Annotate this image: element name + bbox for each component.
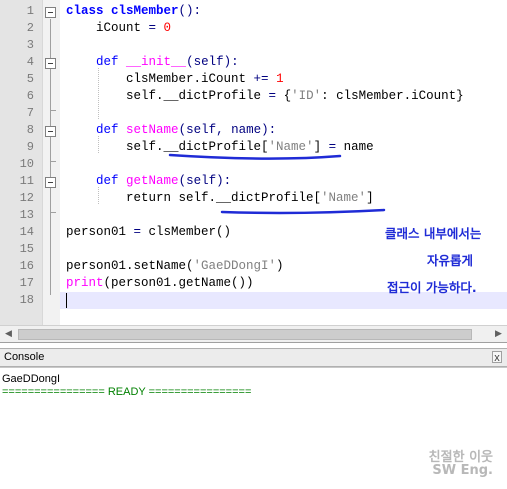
annotation-text-2: 자유롭게	[427, 253, 474, 268]
console-title: Console	[4, 351, 45, 363]
console-close-button[interactable]: x	[492, 351, 502, 364]
scroll-left-icon[interactable]: ◀	[0, 326, 17, 343]
underline-setname	[168, 153, 342, 160]
underline-getname	[220, 208, 386, 215]
console-header: Console x	[0, 348, 507, 367]
console-status-line: ================ READY ================	[2, 386, 252, 398]
watermark-line-2: SW Eng.	[432, 463, 493, 478]
console-output-panel[interactable]: GaeDDongI ================ READY =======…	[0, 367, 507, 489]
code-editor[interactable]: 1 2 3 4 5 6 7 8 9 10 11 12 13 14 15 16 17 18 class clsMem…	[0, 0, 507, 343]
console-output-line: GaeDDongI	[2, 373, 61, 385]
annotation-text-3: 접근이 가능하다.	[387, 280, 477, 295]
scrollbar-thumb[interactable]	[18, 329, 472, 340]
horizontal-scrollbar[interactable]: ◀ ▶	[0, 325, 507, 342]
scroll-right-icon[interactable]: ▶	[490, 326, 507, 343]
annotation-text-1: 클래스 내부에서는	[385, 226, 482, 241]
